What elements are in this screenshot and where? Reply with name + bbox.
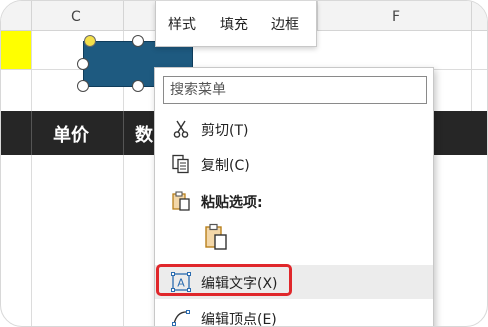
column-separator: [123, 1, 124, 31]
column-separator: [471, 1, 472, 31]
header-cell-quantity[interactable]: 数: [135, 121, 153, 147]
menu-item-edit-points[interactable]: 编辑顶点(E): [155, 301, 433, 327]
style-button[interactable]: 样式: [168, 14, 196, 34]
menu-item-paste-options: 粘贴选项:: [155, 184, 433, 218]
copy-icon: [172, 154, 189, 174]
adjust-handle[interactable]: [84, 35, 96, 47]
menu-search-input[interactable]: [163, 76, 427, 104]
svg-text:A: A: [177, 277, 185, 290]
header-separator: [31, 111, 32, 155]
grid-line: [471, 31, 472, 111]
column-separator: [31, 1, 32, 31]
column-header-c[interactable]: C: [71, 9, 81, 25]
menu-item-label: 编辑顶点(E): [201, 312, 277, 327]
paste-icon: [172, 191, 190, 211]
resize-handle-bottom[interactable]: [132, 80, 144, 92]
resize-handle-top[interactable]: [132, 35, 144, 47]
grid-line: [123, 155, 124, 326]
column-header-f[interactable]: F: [392, 9, 400, 25]
header-separator: [123, 111, 124, 155]
context-menu: 剪切(T) 复制(C) 粘贴选项:: [154, 67, 434, 327]
paste-option-icon[interactable]: [203, 223, 229, 251]
edit-points-icon: [172, 310, 190, 326]
mini-toolbar: 样式 填充 边框: [155, 1, 317, 47]
menu-item-label: 粘贴选项:: [201, 195, 263, 211]
menu-item-label: 编辑文字(X): [201, 276, 278, 292]
header-cell-unit-price[interactable]: 单价: [53, 121, 89, 147]
column-separator: [317, 1, 318, 31]
menu-item-edit-text[interactable]: A 编辑文字(X): [155, 265, 433, 299]
window: C F 单价 数 样式 填充 边框 搜索菜单 剪切(T) 复制(C) 粘贴选项:…: [0, 0, 488, 327]
resize-handle-left[interactable]: [77, 58, 89, 70]
grid-line: [31, 155, 32, 326]
resize-handle-bottom-left[interactable]: [77, 80, 89, 92]
menu-item-copy[interactable]: 复制(C): [155, 147, 433, 181]
grid-line: [31, 31, 32, 111]
edit-text-icon: A: [171, 272, 191, 292]
scissors-icon: [173, 120, 189, 138]
menu-item-cut[interactable]: 剪切(T): [155, 112, 433, 146]
menu-item-label: 复制(C): [201, 158, 250, 174]
menu-item-label: 剪切(T): [201, 123, 249, 139]
selected-cell[interactable]: [1, 31, 31, 69]
fill-button[interactable]: 填充: [220, 14, 248, 34]
border-button[interactable]: 边框: [271, 14, 299, 34]
